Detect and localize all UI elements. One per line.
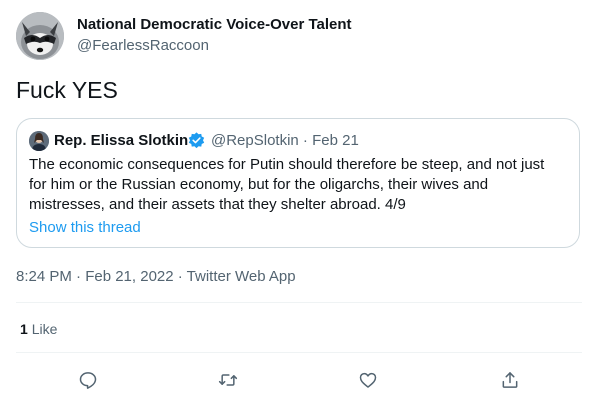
quoted-author-avatar: [29, 131, 49, 151]
divider: [16, 352, 582, 353]
like-icon: [359, 372, 377, 388]
quoted-text-line: mistresses, and their assets that they s…: [29, 196, 406, 213]
quoted-handle-date: @RepSlotkin · Feb 21: [211, 132, 359, 149]
tweet-text: Fuck YES: [16, 77, 118, 103]
likes-label: Like: [31, 321, 58, 337]
divider: [16, 302, 582, 303]
verified-badge-icon: [188, 132, 205, 149]
retweet-icon: [218, 374, 238, 386]
quoted-tweet-card[interactable]: Rep. Elissa Slotkin @RepSlotkin · Feb 21…: [16, 118, 580, 248]
tweet-timestamp[interactable]: 8:24 PM · Feb 21, 2022: [16, 268, 174, 285]
reply-button[interactable]: [75, 367, 101, 393]
quoted-text-line: The economic consequences for Putin shou…: [29, 156, 545, 173]
meta-separator: ·: [173, 268, 187, 285]
tweet-meta: 8:24 PM · Feb 21, 2022 · Twitter Web App: [16, 268, 296, 285]
retweet-button[interactable]: [215, 367, 241, 393]
likes-count[interactable]: 1 Like: [20, 321, 57, 337]
quoted-text-line: for him or the Russian economy, but for …: [29, 176, 489, 193]
author-avatar[interactable]: [16, 12, 64, 60]
show-thread-link[interactable]: Show this thread: [29, 219, 141, 236]
likes-number: 1: [20, 321, 28, 337]
share-button[interactable]: [497, 367, 523, 393]
raccoon-avatar-icon: [16, 12, 64, 60]
quoted-display-name: Rep. Elissa Slotkin: [54, 132, 189, 149]
author-display-name[interactable]: National Democratic Voice-Over Talent: [77, 16, 352, 33]
tweet-source[interactable]: Twitter Web App: [187, 268, 296, 285]
author-handle[interactable]: @FearlessRaccoon: [77, 37, 209, 54]
reply-icon: [79, 372, 97, 389]
like-button[interactable]: [355, 367, 381, 393]
person-avatar-icon: [29, 131, 49, 151]
share-icon: [502, 372, 518, 388]
quoted-tweet-text: The economic consequences for Putin shou…: [29, 155, 569, 215]
